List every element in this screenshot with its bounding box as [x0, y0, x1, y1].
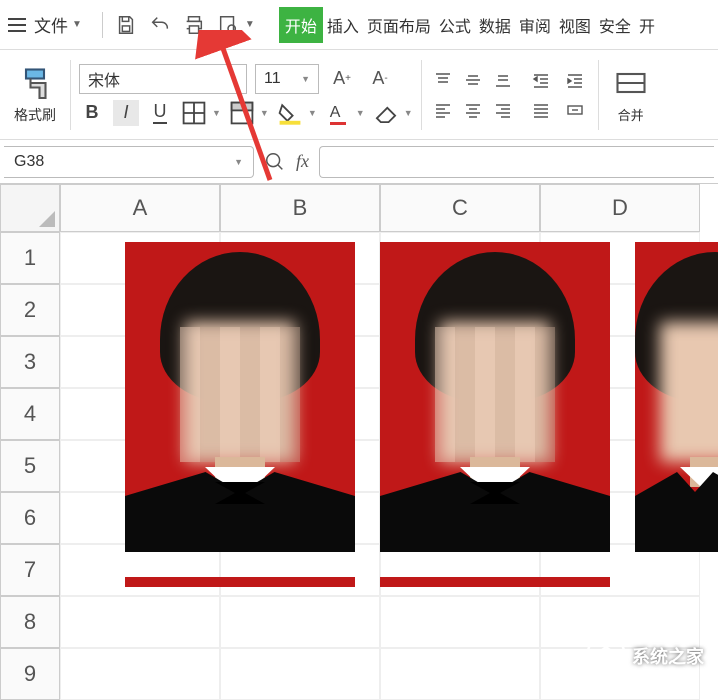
cell-reference-box[interactable]: G38 ▼ — [4, 146, 254, 178]
embedded-images — [125, 242, 718, 552]
row-header[interactable]: 6 — [0, 492, 60, 544]
cell-reference-value: G38 — [14, 153, 44, 171]
chevron-down-icon: ▼ — [301, 74, 310, 84]
chevron-down-icon[interactable]: ▼ — [260, 108, 269, 118]
font-color-button[interactable]: A — [325, 100, 351, 126]
column-header[interactable]: A — [60, 184, 220, 232]
tab-more[interactable]: 开 — [635, 7, 659, 43]
watermark-text: 系统之家 — [632, 643, 704, 669]
id-photo[interactable] — [125, 242, 355, 552]
indent-increase-icon[interactable] — [560, 67, 590, 93]
row-header[interactable]: 1 — [0, 232, 60, 284]
top-menu-bar: 文件 ▼ ▼ 开始 插入 页面布局 公式 数据 审阅 视图 安全 开 — [0, 0, 718, 50]
id-photo[interactable] — [380, 242, 610, 552]
row-header[interactable]: 8 — [0, 596, 60, 648]
id-photo[interactable] — [635, 242, 718, 552]
zoom-icon[interactable] — [264, 151, 286, 173]
tab-review[interactable]: 审阅 — [515, 7, 555, 43]
chevron-down-icon[interactable]: ▼ — [212, 108, 221, 118]
underline-button[interactable]: U — [147, 100, 173, 126]
fill-color-button[interactable] — [277, 100, 303, 126]
indent-decrease-icon[interactable] — [526, 67, 556, 93]
format-brush-label: 格式刷 — [14, 105, 56, 125]
increase-font-icon[interactable]: A+ — [327, 64, 357, 94]
chevron-down-icon: ▼ — [229, 74, 238, 84]
row-header[interactable]: 2 — [0, 284, 60, 336]
print-icon[interactable] — [180, 11, 208, 39]
column-header[interactable]: C — [380, 184, 540, 232]
column-header[interactable]: B — [220, 184, 380, 232]
spreadsheet-grid: A B C D 1 — [0, 184, 718, 700]
merge-icon[interactable] — [560, 97, 590, 123]
format-brush-icon[interactable] — [17, 65, 53, 101]
chevron-down-icon: ▼ — [234, 157, 243, 167]
chevron-down-icon[interactable]: ▼ — [308, 108, 317, 118]
save-icon[interactable] — [112, 11, 140, 39]
chevron-down-icon[interactable]: ▼ — [245, 19, 255, 30]
tab-data[interactable]: 数据 — [475, 7, 515, 43]
chevron-down-icon[interactable]: ▼ — [72, 19, 82, 30]
bold-button[interactable]: B — [79, 100, 105, 126]
separator — [102, 12, 103, 38]
tab-formula[interactable]: 公式 — [435, 7, 475, 43]
fx-icon[interactable]: fx — [296, 151, 309, 172]
formula-bar: G38 ▼ fx — [0, 140, 718, 184]
hamburger-icon[interactable] — [8, 18, 26, 32]
align-middle-icon[interactable] — [460, 67, 486, 93]
id-photo[interactable] — [380, 577, 610, 587]
undo-icon[interactable] — [146, 11, 174, 39]
align-justify-icon[interactable] — [526, 97, 556, 123]
font-size-select[interactable]: 11 ▼ — [255, 64, 319, 94]
font-name-select[interactable]: 宋体 ▼ — [79, 64, 247, 94]
cell-style-button[interactable] — [229, 100, 255, 126]
watermark: 系统之家 — [586, 633, 704, 678]
separator — [70, 60, 71, 130]
preview-icon[interactable] — [214, 11, 242, 39]
merge-label: 合并 — [618, 105, 644, 124]
ribbon-toolbar: 格式刷 宋体 ▼ 11 ▼ A+ A- B I U ▼ ▼ ▼ A ▼ ▼ — [0, 50, 718, 140]
tab-security[interactable]: 安全 — [595, 7, 635, 43]
embedded-images-row2 — [125, 577, 610, 587]
align-top-icon[interactable] — [430, 67, 456, 93]
separator — [421, 60, 422, 130]
file-menu[interactable]: 文件 — [34, 12, 68, 37]
font-name-value: 宋体 — [88, 67, 120, 91]
tab-pagelayout[interactable]: 页面布局 — [363, 7, 435, 43]
align-right-icon[interactable] — [490, 97, 516, 123]
merge-cells-icon[interactable] — [613, 65, 649, 101]
row-header[interactable]: 7 — [0, 544, 60, 596]
tab-start[interactable]: 开始 — [279, 7, 323, 43]
align-center-icon[interactable] — [460, 97, 486, 123]
align-left-icon[interactable] — [430, 97, 456, 123]
row-header[interactable]: 9 — [0, 648, 60, 700]
row-header[interactable]: 4 — [0, 388, 60, 440]
font-size-value: 11 — [264, 70, 281, 88]
id-photo[interactable] — [125, 577, 355, 587]
tab-insert[interactable]: 插入 — [323, 7, 363, 43]
align-bottom-icon[interactable] — [490, 67, 516, 93]
format-brush-group: 格式刷 — [8, 65, 62, 125]
border-button[interactable] — [181, 100, 207, 126]
chevron-down-icon[interactable]: ▼ — [356, 108, 365, 118]
ribbon-tabs: 开始 插入 页面布局 公式 数据 审阅 视图 安全 开 — [279, 7, 659, 43]
house-icon — [586, 633, 626, 678]
merge-group: 合并 — [607, 65, 655, 124]
chevron-down-icon[interactable]: ▼ — [404, 108, 413, 118]
tab-view[interactable]: 视图 — [555, 7, 595, 43]
row-header[interactable]: 3 — [0, 336, 60, 388]
column-header[interactable]: D — [540, 184, 700, 232]
decrease-font-icon[interactable]: A- — [365, 64, 395, 94]
italic-button[interactable]: I — [113, 100, 139, 126]
eraser-button[interactable] — [373, 100, 399, 126]
row-header[interactable]: 5 — [0, 440, 60, 492]
select-all-corner[interactable] — [0, 184, 60, 232]
separator — [598, 60, 599, 130]
font-group: 宋体 ▼ 11 ▼ A+ A- B I U ▼ ▼ ▼ A ▼ ▼ — [79, 64, 413, 126]
formula-input[interactable] — [319, 146, 714, 178]
alignment-group — [430, 67, 590, 123]
